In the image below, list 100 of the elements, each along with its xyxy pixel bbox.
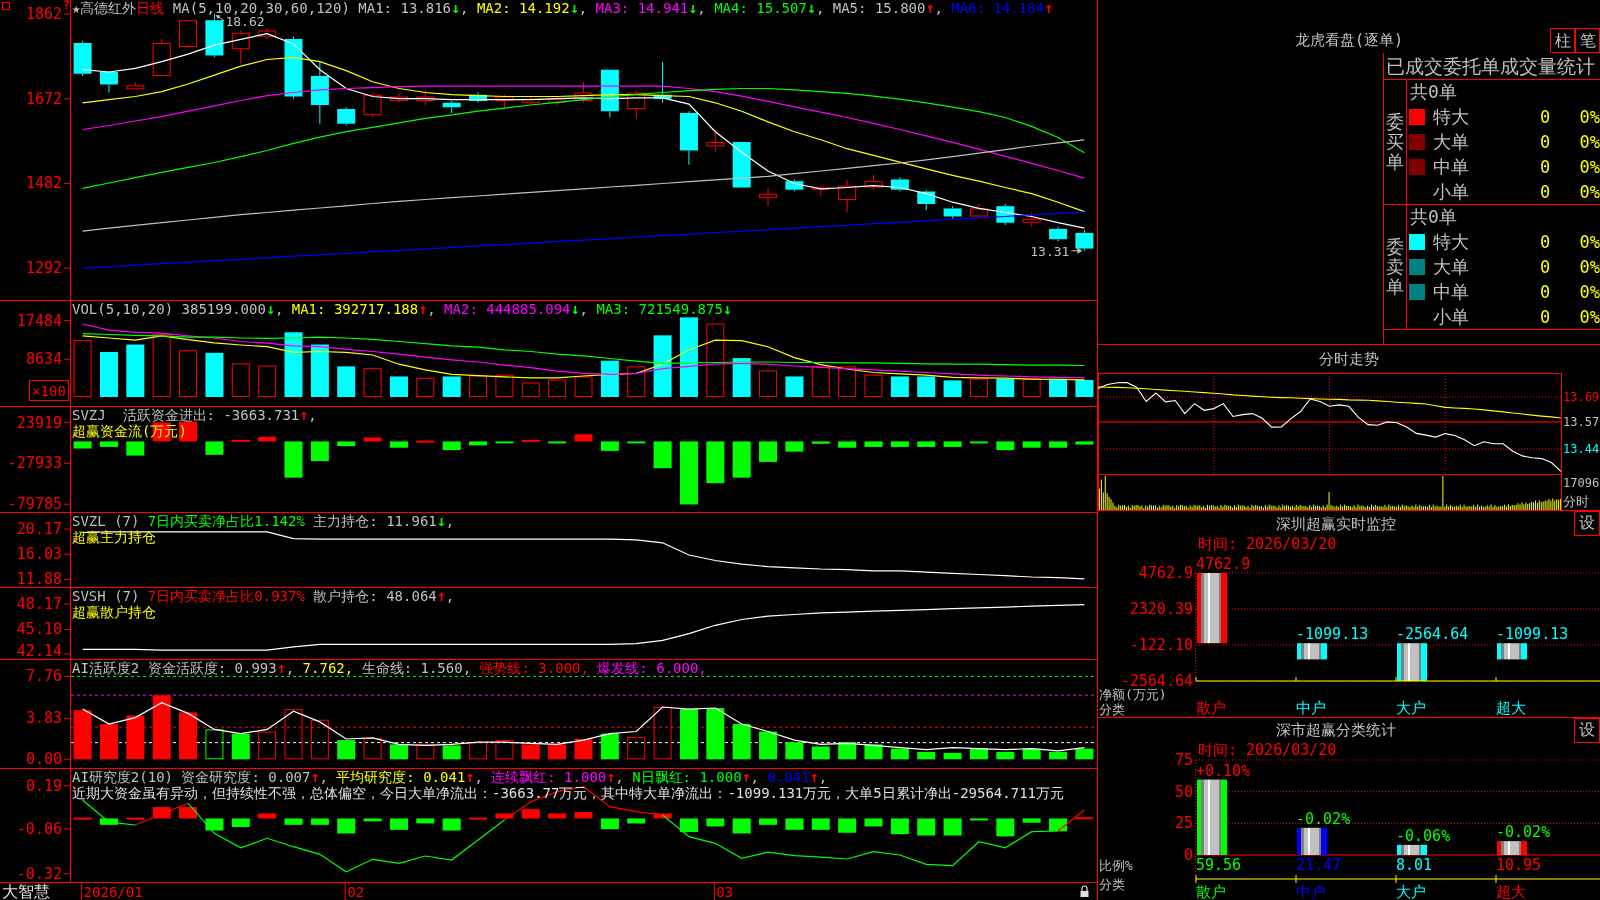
candle <box>548 96 567 106</box>
order-size-label: 中单 <box>1433 154 1470 179</box>
order-percent: 0% <box>1578 232 1600 253</box>
value-label: -2564.64 <box>1396 625 1469 644</box>
candle <box>469 92 488 104</box>
axis-label: 75 <box>1174 751 1193 769</box>
candle <box>416 89 435 106</box>
candle <box>231 30 250 64</box>
date-label: 02 <box>347 884 365 900</box>
candle <box>152 38 171 77</box>
indicator-legend: AI活跃度2 资金活跃度: 0.993↑, 7.762, 生命线: 1.560, 强势线: 3.000, 爆发线: 6.000, <box>72 660 707 676</box>
axis-label: 50 <box>1174 782 1193 801</box>
axis-label: 4762.9 <box>1138 564 1193 582</box>
order-total: 共0单 <box>1409 205 1458 230</box>
candle <box>126 81 145 91</box>
order-count: 0 <box>1538 232 1552 253</box>
indicator-title: 超赢主力持仓 <box>72 529 156 545</box>
category-label: 散户 <box>1196 883 1226 900</box>
order-count: 0 <box>1538 306 1552 327</box>
order-count: 0 <box>1538 257 1552 277</box>
value-label: 59.56 <box>1196 856 1242 874</box>
arrow-icon <box>215 15 225 22</box>
candle <box>996 203 1015 226</box>
axis-label: 48.17 <box>16 595 62 613</box>
price-label: 13.57 <box>1563 414 1600 429</box>
candle <box>838 178 857 213</box>
order-percent: 0% <box>1578 281 1600 302</box>
candle <box>258 27 277 40</box>
unit-label: ×100 <box>29 380 69 401</box>
axis-title: 比例% <box>1099 858 1133 873</box>
price-label: 13.69 <box>1563 389 1600 404</box>
axis-label: 45.10 <box>16 620 62 639</box>
axis-label: 42.14 <box>16 642 62 659</box>
axis-label: 17484 <box>16 311 62 330</box>
price-label: 13.44 <box>1563 442 1600 456</box>
axis-label: 20.17 <box>16 520 62 538</box>
brand-name: 大智慧 <box>2 883 50 900</box>
order-size-label: 特大 <box>1433 105 1470 130</box>
order-size-label: 小单 <box>1433 179 1470 204</box>
group-label: 委卖单 <box>1386 237 1404 297</box>
group-label: 委买单 <box>1386 112 1404 172</box>
candle <box>600 69 619 118</box>
candle <box>943 205 962 220</box>
view-mode-button[interactable]: 柱 <box>1550 28 1575 53</box>
axis-label: -79785 <box>7 495 62 512</box>
indicator-title: 超赢散户持仓 <box>72 604 156 620</box>
order-percent: 0% <box>1578 181 1600 202</box>
axis-title: 分类 <box>1099 877 1125 892</box>
mode-label: 分时 <box>1563 494 1589 509</box>
settings-button[interactable]: 设 <box>1574 718 1600 743</box>
value-label: 21.47 <box>1296 856 1342 874</box>
order-count: 0 <box>1538 281 1552 302</box>
table-title: 已成交委托单成交量统计 <box>1384 53 1600 80</box>
axis-label: 3.83 <box>25 709 62 728</box>
order-size-label: 特大 <box>1433 230 1470 255</box>
candle <box>732 141 751 188</box>
date-label: 2026/01 <box>83 884 143 900</box>
order-total: 共0单 <box>1409 80 1458 105</box>
axis-title: 净额(万元) <box>1099 687 1167 702</box>
view-mode-button[interactable]: 笔 <box>1575 28 1600 53</box>
value-label: -1099.13 <box>1496 625 1569 644</box>
axis-label: 2320.39 <box>1129 600 1193 618</box>
order-percent: 0% <box>1578 107 1600 128</box>
order-percent: 0% <box>1578 257 1600 277</box>
candle <box>785 178 804 192</box>
value-label: 4762.9 <box>1196 555 1251 573</box>
axis-label: -27933 <box>7 454 62 473</box>
change-label: -0.06% <box>1396 826 1451 845</box>
candle <box>759 187 778 207</box>
value-label: 10.95 <box>1496 856 1542 874</box>
axis-label: 0 <box>1183 846 1193 864</box>
commentary-text: 近期大资金虽有异动，但持续性不强，总体偏空，今日大单净流出：-3663.77万元，其中特大单净流出：-1099.131万元，大单5日累计净出-29564.711万元 <box>72 785 1064 801</box>
candle <box>917 189 936 211</box>
axis-label: 0.19 <box>25 776 62 795</box>
candle <box>627 89 646 120</box>
price-annotation: 13.31 <box>1030 243 1070 259</box>
candle <box>205 13 224 58</box>
axis-label: 16.03 <box>16 545 62 564</box>
square-icon <box>2 2 10 10</box>
section-title: 分时走势 <box>1318 349 1380 369</box>
candle <box>1022 211 1041 228</box>
panel-title: 龙虎看盘(逐单) <box>1293 30 1405 51</box>
indicator-legend: ★高德红外日线 MA(5,10,20,30,60,120) MA1: 13.816↓, MA2: 14.192↓, MA3: 14.941↓, MA4: 15.507↓, MA5: 15.800↑, MA6: 14.184↑ <box>72 0 1054 16</box>
order-size-label: 小单 <box>1433 304 1470 329</box>
category-label: 大户 <box>1396 883 1426 900</box>
order-percent: 0% <box>1578 132 1600 152</box>
candle <box>495 94 514 110</box>
order-count: 0 <box>1538 181 1552 202</box>
category-label: 散户 <box>1196 699 1226 717</box>
candle <box>890 176 909 192</box>
category-label: 超大 <box>1496 699 1526 717</box>
axis-label: 11.88 <box>16 570 62 587</box>
axis-label: -122.10 <box>1129 636 1193 654</box>
candle <box>179 19 198 49</box>
candle <box>442 100 461 114</box>
axis-label: -0.32 <box>16 864 62 882</box>
settings-button[interactable]: 设 <box>1574 511 1600 536</box>
order-size-label: 中单 <box>1433 279 1470 304</box>
volume-scale-label: 17096 <box>1563 476 1600 490</box>
candle <box>337 106 356 126</box>
